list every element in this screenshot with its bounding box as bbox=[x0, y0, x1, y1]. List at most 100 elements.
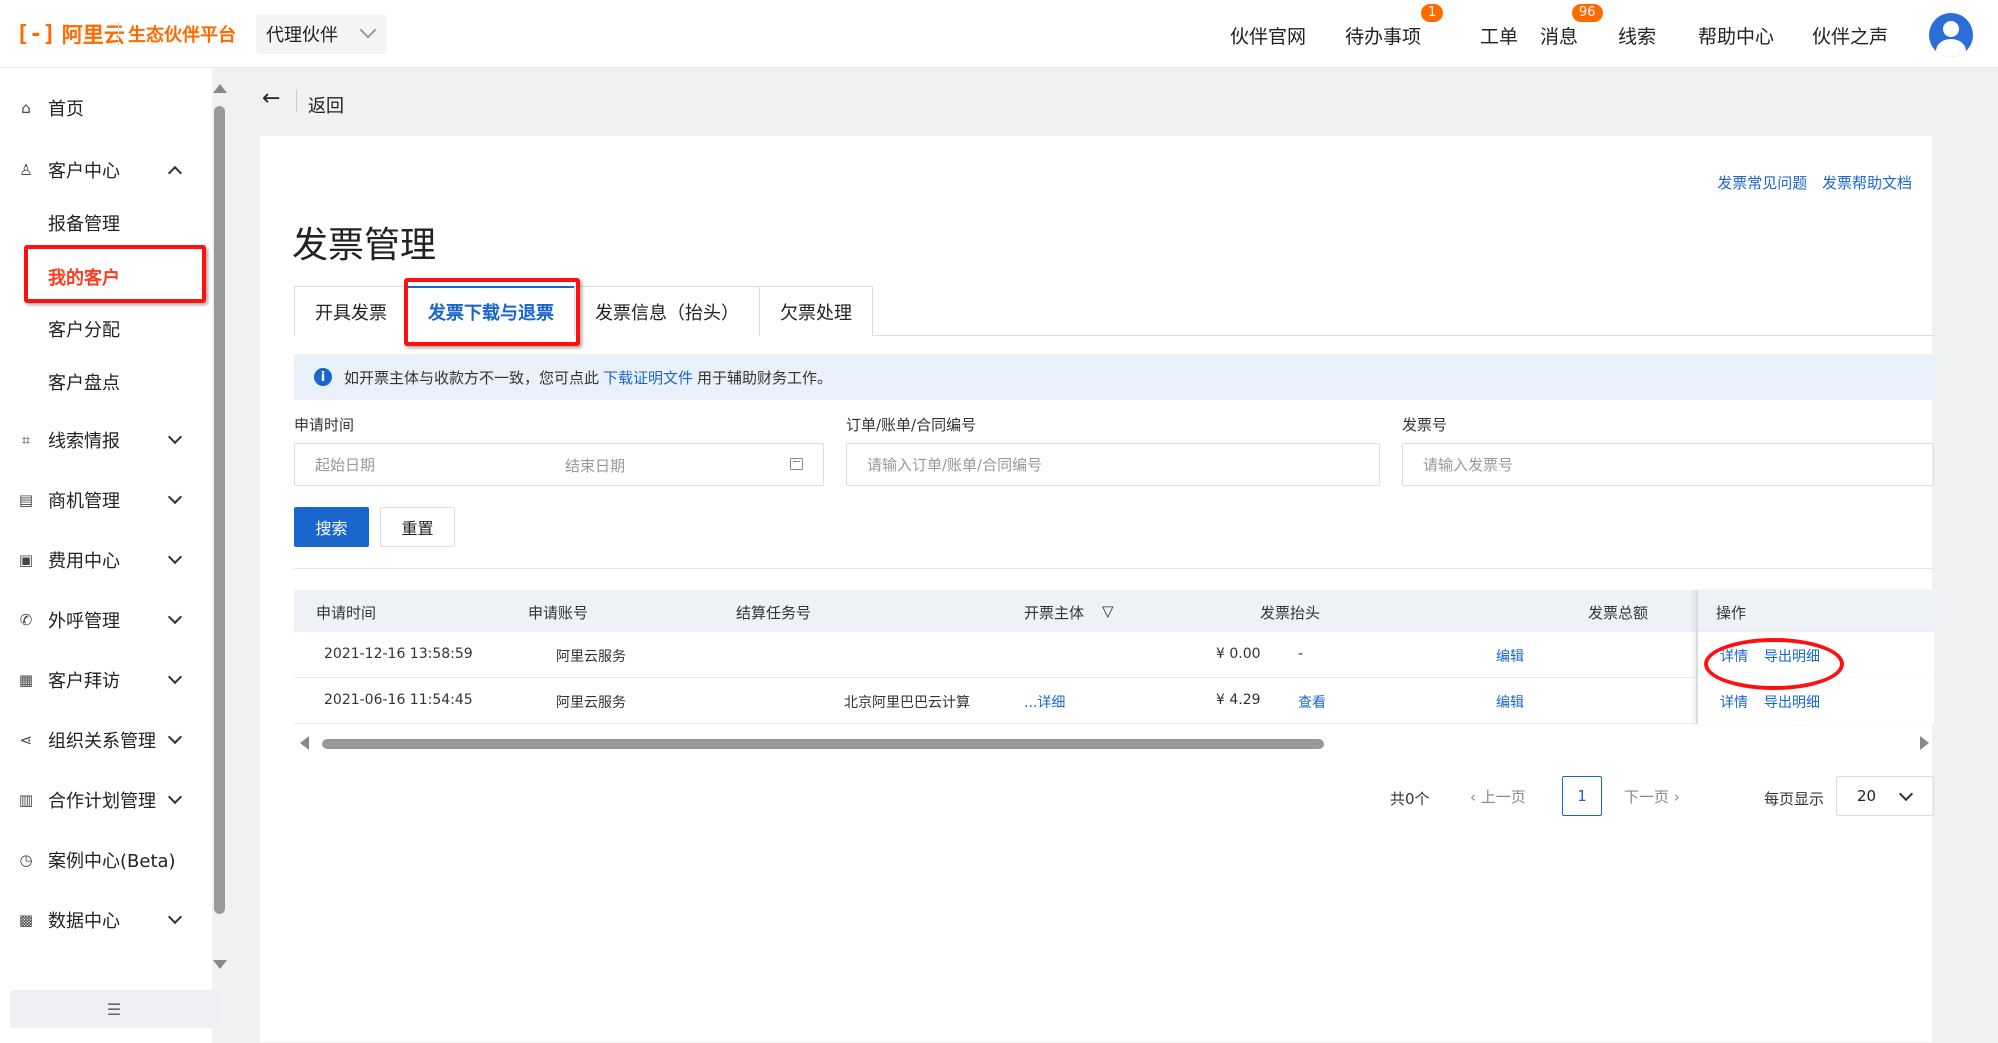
next-page-button[interactable]: 下一页 › bbox=[1624, 786, 1680, 807]
back-divider bbox=[296, 90, 297, 112]
avatar-body-icon bbox=[1936, 39, 1966, 57]
col-operations: 操作 bbox=[1716, 604, 1747, 622]
top-bar: [-] 阿里云 生态伙伴平台 代理伙伴 伙伴官网 待办事项 1 工单 消息 96… bbox=[0, 0, 1998, 68]
cell-amount: ¥ 4.29 bbox=[1216, 692, 1261, 708]
sidebar-item-customer-center[interactable]: ♙ 客户中心 bbox=[0, 150, 200, 190]
ops-header: 操作 bbox=[1696, 590, 1934, 632]
sidebar-item-org-relation[interactable]: ⋖ 组织关系管理 bbox=[0, 720, 200, 760]
sidebar-item-cooperation-plan[interactable]: ▥ 合作计划管理 bbox=[0, 780, 200, 820]
tab-owed-invoice[interactable]: 欠票处理 bbox=[759, 286, 873, 336]
col-task: 结算任务号 bbox=[736, 604, 812, 622]
filter-icon[interactable]: ▽ bbox=[1102, 602, 1114, 620]
platform-name: 生态伙伴平台 bbox=[128, 25, 236, 46]
detail-link[interactable]: 详情 bbox=[1720, 692, 1748, 712]
invoice-faq-link[interactable]: 发票常见问题 bbox=[1717, 174, 1807, 192]
nav-leads[interactable]: 线索 bbox=[1618, 22, 1656, 49]
sidebar-sub-assign[interactable]: 客户分配 bbox=[48, 316, 120, 342]
help-links: 发票常见问题 发票帮助文档 bbox=[1707, 172, 1912, 193]
start-date-placeholder: 起始日期 bbox=[315, 456, 376, 474]
invoice-help-doc-link[interactable]: 发票帮助文档 bbox=[1822, 174, 1912, 192]
sidebar-scrollbar[interactable] bbox=[214, 106, 225, 914]
calendar-icon bbox=[790, 458, 803, 470]
nav-todo[interactable]: 待办事项 1 bbox=[1345, 4, 1444, 49]
share-icon: ⋖ bbox=[19, 731, 33, 749]
invoice-number-label: 发票号 bbox=[1402, 416, 1448, 434]
chevron-down-icon bbox=[167, 429, 183, 445]
sidebar-collapse-button[interactable]: ☰ bbox=[10, 990, 218, 1028]
sidebar: ⌂ 首页 ♙ 客户中心 报备管理 我的客户 客户分配 客户盘点 ⌗ 线索情报 ▤… bbox=[0, 68, 212, 1043]
export-detail-link[interactable]: 导出明细 bbox=[1764, 692, 1820, 712]
page-number-current[interactable]: 1 bbox=[1562, 776, 1602, 816]
nav-message[interactable]: 消息 96 bbox=[1540, 4, 1603, 49]
table-horizontal-scrollbar[interactable] bbox=[322, 739, 1324, 749]
table-row: 2021-06-16 11:54:45 阿里云服务 北京阿里巴巴云计算 ...详… bbox=[294, 678, 1934, 724]
chevron-down-icon bbox=[167, 549, 183, 565]
invoice-number-input[interactable]: 请输入发票号 bbox=[1402, 443, 1934, 486]
entity-detail-link[interactable]: ...详细 bbox=[1024, 692, 1065, 712]
user-icon: ♙ bbox=[19, 161, 33, 179]
cell-title: - bbox=[1298, 646, 1304, 662]
sidebar-item-customer-visit[interactable]: ▦ 客户拜访 bbox=[0, 660, 200, 700]
sidebar-item-outbound-call[interactable]: ✆ 外呼管理 bbox=[0, 600, 200, 640]
bill-icon: ▣ bbox=[18, 551, 34, 569]
sidebar-item-data-center[interactable]: ▩ 数据中心 bbox=[0, 900, 200, 940]
chevron-left-icon: ‹ bbox=[1470, 788, 1481, 806]
aliyun-logo[interactable]: [-] 阿里云 bbox=[16, 19, 125, 49]
sidebar-sub-inventory[interactable]: 客户盘点 bbox=[48, 369, 120, 395]
role-select[interactable]: 代理伙伴 bbox=[256, 14, 386, 54]
divider bbox=[294, 568, 1934, 569]
date-range-input[interactable]: 起始日期 结束日期 bbox=[294, 443, 824, 486]
page-size-select[interactable]: 20 bbox=[1836, 776, 1934, 816]
avatar[interactable] bbox=[1929, 13, 1973, 57]
search-button[interactable]: 搜索 bbox=[294, 507, 369, 547]
scroll-right-arrow[interactable] bbox=[1920, 736, 1929, 750]
sidebar-sub-report[interactable]: 报备管理 bbox=[48, 210, 120, 236]
sidebar-item-case-center[interactable]: ◷ 案例中心(Beta) bbox=[0, 840, 200, 880]
sidebar-item-home[interactable]: ⌂ 首页 bbox=[0, 88, 200, 128]
nav-ticket[interactable]: 工单 bbox=[1480, 22, 1518, 49]
chevron-up-icon bbox=[167, 165, 183, 181]
chevron-down-icon bbox=[167, 609, 183, 625]
notice-text-1: 如开票主体与收款方不一致，您可点此 bbox=[344, 368, 600, 387]
scroll-left-arrow[interactable] bbox=[300, 736, 309, 750]
nav-partner-voice[interactable]: 伙伴之声 bbox=[1812, 22, 1888, 49]
info-icon: i bbox=[314, 368, 332, 386]
notice-text-2: 用于辅助财务工作。 bbox=[697, 368, 833, 387]
edit-link[interactable]: 编辑 bbox=[1496, 646, 1524, 666]
back-arrow-icon[interactable]: ← bbox=[262, 86, 280, 111]
sidebar-item-billing[interactable]: ▣ 费用中心 bbox=[0, 540, 200, 580]
chevron-down-icon bbox=[167, 789, 183, 805]
chevron-down-icon bbox=[167, 729, 183, 745]
prev-page-button[interactable]: ‹ 上一页 bbox=[1470, 786, 1526, 807]
edit-link[interactable]: 编辑 bbox=[1496, 692, 1524, 712]
nav-partner-site[interactable]: 伙伴官网 bbox=[1230, 22, 1306, 49]
highlight-box-my-customers bbox=[24, 245, 206, 303]
cell-account: 阿里云服务 bbox=[556, 695, 626, 711]
order-label: 订单/账单/合同编号 bbox=[846, 416, 977, 434]
cell-amount: ¥ 0.00 bbox=[1216, 646, 1261, 662]
sidebar-item-opportunity[interactable]: ▤ 商机管理 bbox=[0, 480, 200, 520]
chevron-down-icon bbox=[167, 489, 183, 505]
collapse-icon: ☰ bbox=[106, 999, 122, 1019]
calendar-icon: ▦ bbox=[18, 671, 34, 689]
cell-task: 北京阿里巴巴云计算 bbox=[844, 695, 970, 711]
back-link[interactable]: 返回 bbox=[308, 92, 344, 118]
pager-total: 共0个 bbox=[1390, 790, 1430, 808]
order-number-input[interactable]: 请输入订单/账单/合同编号 bbox=[846, 443, 1380, 486]
cell-account: 阿里云服务 bbox=[556, 649, 626, 665]
chevron-down-icon bbox=[167, 909, 183, 925]
sidebar-item-leads[interactable]: ⌗ 线索情报 bbox=[0, 420, 200, 460]
download-proof-link[interactable]: 下载证明文件 bbox=[603, 367, 693, 388]
scroll-down-arrow[interactable] bbox=[213, 960, 227, 969]
nav-help-center[interactable]: 帮助中心 bbox=[1698, 22, 1774, 49]
highlight-box-download-tab bbox=[404, 278, 580, 346]
reset-button[interactable]: 重置 bbox=[380, 507, 455, 547]
home-icon: ⌂ bbox=[21, 99, 31, 117]
tab-invoice-info[interactable]: 发票信息（抬头） bbox=[574, 286, 760, 336]
logo-text: 阿里云 bbox=[61, 23, 125, 47]
tab-issue-invoice[interactable]: 开具发票 bbox=[294, 286, 408, 336]
scroll-up-arrow[interactable] bbox=[213, 84, 227, 93]
page-size-label: 每页显示 bbox=[1764, 790, 1825, 808]
col-apply-time: 申请时间 bbox=[316, 604, 377, 622]
view-title-link[interactable]: 查看 bbox=[1298, 692, 1326, 712]
